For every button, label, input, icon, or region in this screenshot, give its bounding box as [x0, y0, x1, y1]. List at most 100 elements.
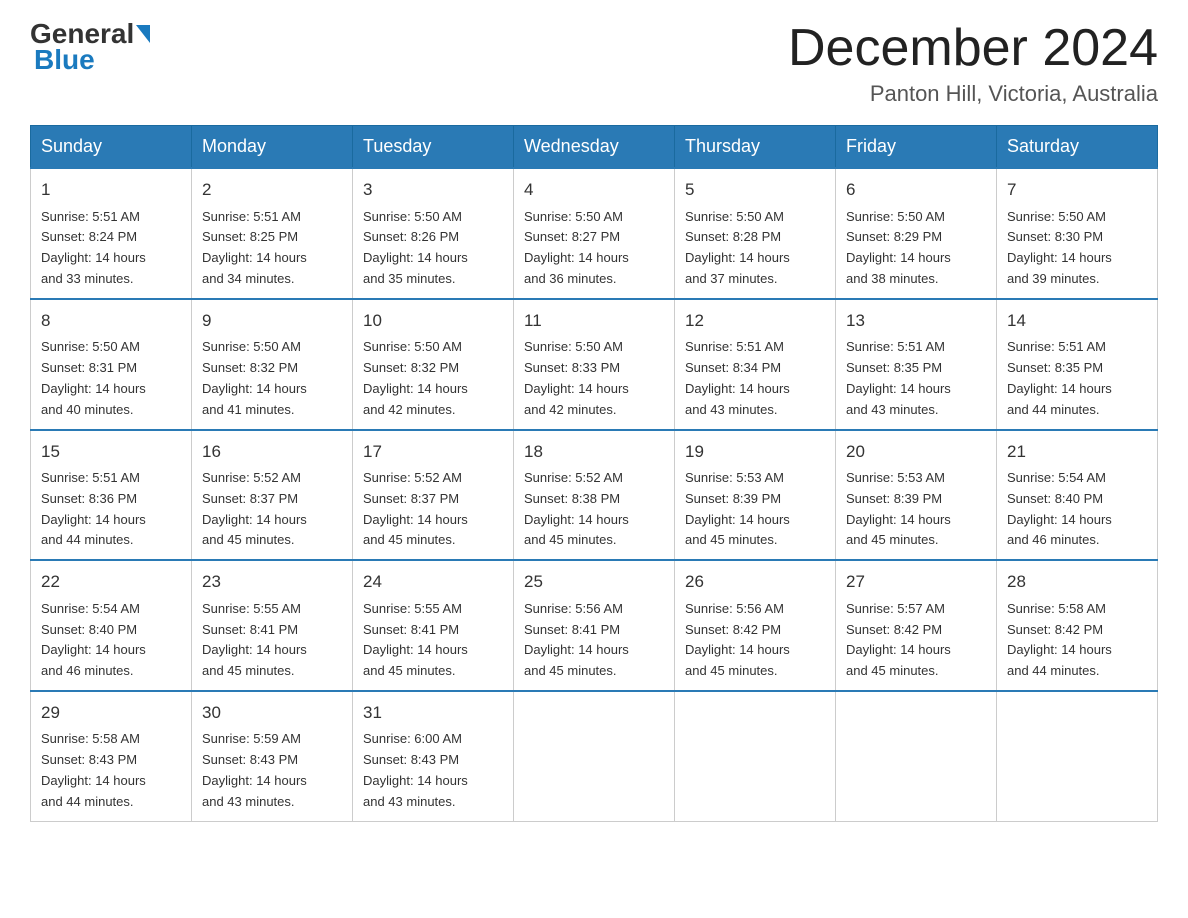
- table-row: 2 Sunrise: 5:51 AMSunset: 8:25 PMDayligh…: [192, 168, 353, 299]
- table-row: 5 Sunrise: 5:50 AMSunset: 8:28 PMDayligh…: [675, 168, 836, 299]
- location-title: Panton Hill, Victoria, Australia: [788, 81, 1158, 107]
- table-row: 7 Sunrise: 5:50 AMSunset: 8:30 PMDayligh…: [997, 168, 1158, 299]
- calendar-week-row: 22 Sunrise: 5:54 AMSunset: 8:40 PMDaylig…: [31, 560, 1158, 691]
- day-info: Sunrise: 5:50 AMSunset: 8:26 PMDaylight:…: [363, 209, 468, 286]
- day-info: Sunrise: 5:58 AMSunset: 8:43 PMDaylight:…: [41, 731, 146, 808]
- header-sunday: Sunday: [31, 126, 192, 169]
- day-info: Sunrise: 5:51 AMSunset: 8:24 PMDaylight:…: [41, 209, 146, 286]
- table-row: 9 Sunrise: 5:50 AMSunset: 8:32 PMDayligh…: [192, 299, 353, 430]
- calendar-week-row: 29 Sunrise: 5:58 AMSunset: 8:43 PMDaylig…: [31, 691, 1158, 821]
- table-row: 31 Sunrise: 6:00 AMSunset: 8:43 PMDaylig…: [353, 691, 514, 821]
- day-info: Sunrise: 5:51 AMSunset: 8:35 PMDaylight:…: [846, 339, 951, 416]
- table-row: 1 Sunrise: 5:51 AMSunset: 8:24 PMDayligh…: [31, 168, 192, 299]
- day-number: 12: [685, 308, 825, 334]
- calendar-week-row: 8 Sunrise: 5:50 AMSunset: 8:31 PMDayligh…: [31, 299, 1158, 430]
- table-row: 30 Sunrise: 5:59 AMSunset: 8:43 PMDaylig…: [192, 691, 353, 821]
- page-header: General Blue December 2024 Panton Hill, …: [30, 20, 1158, 107]
- table-row: 19 Sunrise: 5:53 AMSunset: 8:39 PMDaylig…: [675, 430, 836, 561]
- table-row: 22 Sunrise: 5:54 AMSunset: 8:40 PMDaylig…: [31, 560, 192, 691]
- table-row: 6 Sunrise: 5:50 AMSunset: 8:29 PMDayligh…: [836, 168, 997, 299]
- table-row: 18 Sunrise: 5:52 AMSunset: 8:38 PMDaylig…: [514, 430, 675, 561]
- day-info: Sunrise: 5:56 AMSunset: 8:42 PMDaylight:…: [685, 601, 790, 678]
- table-row: 13 Sunrise: 5:51 AMSunset: 8:35 PMDaylig…: [836, 299, 997, 430]
- day-info: Sunrise: 6:00 AMSunset: 8:43 PMDaylight:…: [363, 731, 468, 808]
- table-row: 15 Sunrise: 5:51 AMSunset: 8:36 PMDaylig…: [31, 430, 192, 561]
- header-tuesday: Tuesday: [353, 126, 514, 169]
- day-number: 10: [363, 308, 503, 334]
- header-friday: Friday: [836, 126, 997, 169]
- day-info: Sunrise: 5:54 AMSunset: 8:40 PMDaylight:…: [41, 601, 146, 678]
- day-number: 5: [685, 177, 825, 203]
- day-number: 14: [1007, 308, 1147, 334]
- day-info: Sunrise: 5:50 AMSunset: 8:30 PMDaylight:…: [1007, 209, 1112, 286]
- day-info: Sunrise: 5:50 AMSunset: 8:33 PMDaylight:…: [524, 339, 629, 416]
- table-row: 26 Sunrise: 5:56 AMSunset: 8:42 PMDaylig…: [675, 560, 836, 691]
- day-number: 20: [846, 439, 986, 465]
- day-info: Sunrise: 5:50 AMSunset: 8:28 PMDaylight:…: [685, 209, 790, 286]
- day-number: 23: [202, 569, 342, 595]
- table-row: 10 Sunrise: 5:50 AMSunset: 8:32 PMDaylig…: [353, 299, 514, 430]
- day-number: 3: [363, 177, 503, 203]
- title-area: December 2024 Panton Hill, Victoria, Aus…: [788, 20, 1158, 107]
- day-number: 29: [41, 700, 181, 726]
- logo-area: General Blue: [30, 20, 152, 76]
- day-info: Sunrise: 5:53 AMSunset: 8:39 PMDaylight:…: [846, 470, 951, 547]
- day-info: Sunrise: 5:51 AMSunset: 8:34 PMDaylight:…: [685, 339, 790, 416]
- table-row: 17 Sunrise: 5:52 AMSunset: 8:37 PMDaylig…: [353, 430, 514, 561]
- day-number: 25: [524, 569, 664, 595]
- table-row: 25 Sunrise: 5:56 AMSunset: 8:41 PMDaylig…: [514, 560, 675, 691]
- day-number: 31: [363, 700, 503, 726]
- day-info: Sunrise: 5:50 AMSunset: 8:32 PMDaylight:…: [363, 339, 468, 416]
- day-info: Sunrise: 5:52 AMSunset: 8:37 PMDaylight:…: [202, 470, 307, 547]
- day-info: Sunrise: 5:50 AMSunset: 8:31 PMDaylight:…: [41, 339, 146, 416]
- day-info: Sunrise: 5:51 AMSunset: 8:25 PMDaylight:…: [202, 209, 307, 286]
- day-number: 28: [1007, 569, 1147, 595]
- day-number: 4: [524, 177, 664, 203]
- day-number: 7: [1007, 177, 1147, 203]
- logo-triangle-icon: [136, 25, 150, 43]
- header-monday: Monday: [192, 126, 353, 169]
- calendar-week-row: 15 Sunrise: 5:51 AMSunset: 8:36 PMDaylig…: [31, 430, 1158, 561]
- day-number: 24: [363, 569, 503, 595]
- day-info: Sunrise: 5:51 AMSunset: 8:35 PMDaylight:…: [1007, 339, 1112, 416]
- day-info: Sunrise: 5:59 AMSunset: 8:43 PMDaylight:…: [202, 731, 307, 808]
- calendar-header-row: Sunday Monday Tuesday Wednesday Thursday…: [31, 126, 1158, 169]
- day-number: 13: [846, 308, 986, 334]
- day-number: 26: [685, 569, 825, 595]
- day-number: 8: [41, 308, 181, 334]
- day-info: Sunrise: 5:54 AMSunset: 8:40 PMDaylight:…: [1007, 470, 1112, 547]
- day-number: 2: [202, 177, 342, 203]
- day-number: 11: [524, 308, 664, 334]
- table-row: [836, 691, 997, 821]
- day-info: Sunrise: 5:51 AMSunset: 8:36 PMDaylight:…: [41, 470, 146, 547]
- day-number: 16: [202, 439, 342, 465]
- table-row: 28 Sunrise: 5:58 AMSunset: 8:42 PMDaylig…: [997, 560, 1158, 691]
- header-saturday: Saturday: [997, 126, 1158, 169]
- table-row: 27 Sunrise: 5:57 AMSunset: 8:42 PMDaylig…: [836, 560, 997, 691]
- table-row: 20 Sunrise: 5:53 AMSunset: 8:39 PMDaylig…: [836, 430, 997, 561]
- header-wednesday: Wednesday: [514, 126, 675, 169]
- day-info: Sunrise: 5:55 AMSunset: 8:41 PMDaylight:…: [202, 601, 307, 678]
- day-info: Sunrise: 5:53 AMSunset: 8:39 PMDaylight:…: [685, 470, 790, 547]
- calendar-table: Sunday Monday Tuesday Wednesday Thursday…: [30, 125, 1158, 821]
- day-number: 21: [1007, 439, 1147, 465]
- day-info: Sunrise: 5:50 AMSunset: 8:27 PMDaylight:…: [524, 209, 629, 286]
- day-number: 27: [846, 569, 986, 595]
- table-row: 24 Sunrise: 5:55 AMSunset: 8:41 PMDaylig…: [353, 560, 514, 691]
- day-number: 22: [41, 569, 181, 595]
- day-number: 6: [846, 177, 986, 203]
- day-info: Sunrise: 5:50 AMSunset: 8:32 PMDaylight:…: [202, 339, 307, 416]
- day-info: Sunrise: 5:50 AMSunset: 8:29 PMDaylight:…: [846, 209, 951, 286]
- day-info: Sunrise: 5:56 AMSunset: 8:41 PMDaylight:…: [524, 601, 629, 678]
- day-info: Sunrise: 5:52 AMSunset: 8:38 PMDaylight:…: [524, 470, 629, 547]
- table-row: 3 Sunrise: 5:50 AMSunset: 8:26 PMDayligh…: [353, 168, 514, 299]
- table-row: [997, 691, 1158, 821]
- day-info: Sunrise: 5:57 AMSunset: 8:42 PMDaylight:…: [846, 601, 951, 678]
- table-row: 23 Sunrise: 5:55 AMSunset: 8:41 PMDaylig…: [192, 560, 353, 691]
- header-thursday: Thursday: [675, 126, 836, 169]
- day-number: 9: [202, 308, 342, 334]
- month-title: December 2024: [788, 20, 1158, 77]
- table-row: 4 Sunrise: 5:50 AMSunset: 8:27 PMDayligh…: [514, 168, 675, 299]
- day-info: Sunrise: 5:52 AMSunset: 8:37 PMDaylight:…: [363, 470, 468, 547]
- table-row: [675, 691, 836, 821]
